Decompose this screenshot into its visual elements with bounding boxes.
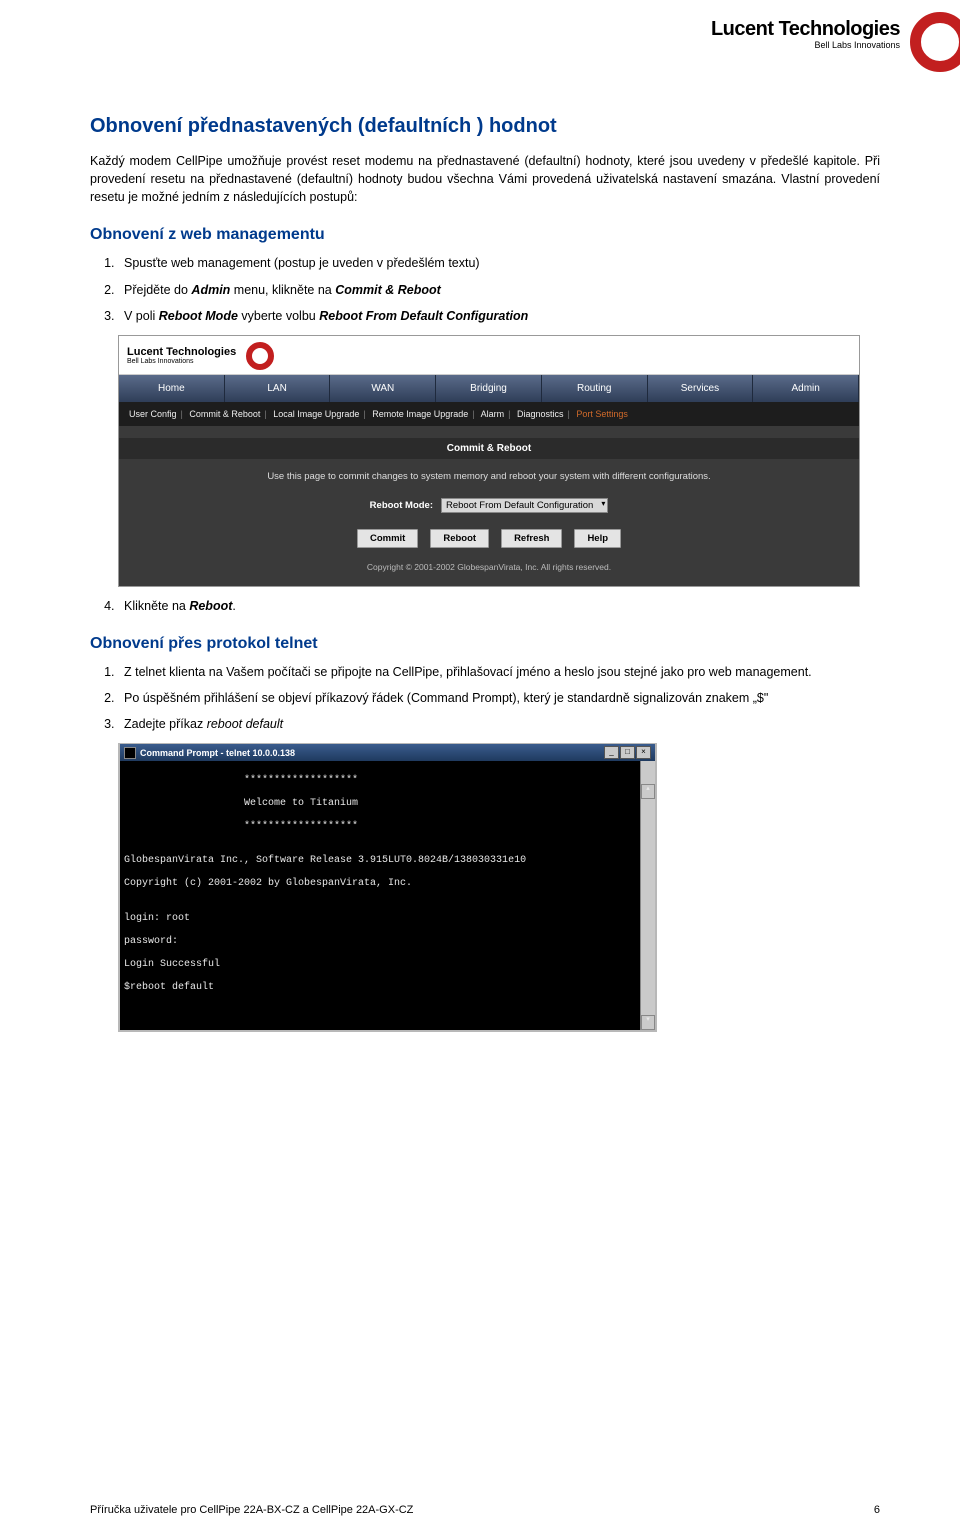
web-step-3: V poli Reboot Mode vyberte volbu Reboot … [118, 307, 880, 325]
brand-header: Lucent Technologies Bell Labs Innovation… [711, 18, 900, 50]
terminal-title-text: Command Prompt - telnet 10.0.0.138 [140, 748, 600, 758]
subtab-diagnostics[interactable]: Diagnostics [517, 409, 564, 419]
reboot-button[interactable]: Reboot [430, 529, 489, 548]
terminal-screenshot: Command Prompt - telnet 10.0.0.138 _ □ ×… [118, 743, 657, 1032]
close-icon[interactable]: × [636, 746, 651, 759]
scroll-up-icon[interactable]: ▴ [641, 784, 655, 799]
web-ui-subtabs: User Config| Commit & Reboot| Local Imag… [119, 402, 859, 426]
terminal-scrollbar[interactable]: ▴ ▾ [640, 761, 655, 1030]
brand-name: Lucent Technologies [711, 18, 900, 41]
heading-telnet: Obnovení přes protokol telnet [90, 635, 880, 653]
scroll-down-icon[interactable]: ▾ [641, 1015, 655, 1030]
page-heading-1: Obnovení přednastavených (defaultních ) … [90, 115, 880, 138]
brand-ring-icon [246, 342, 274, 370]
subtab-user-config[interactable]: User Config [129, 409, 177, 419]
reboot-mode-select[interactable]: Reboot From Default Configuration [441, 498, 608, 513]
brand-tagline: Bell Labs Innovations [711, 40, 900, 50]
telnet-step-1: Z telnet klienta na Vašem počítači se př… [118, 663, 880, 681]
web-step-2: Přejděte do Admin menu, klikněte na Comm… [118, 281, 880, 299]
tab-services[interactable]: Services [648, 375, 754, 402]
telnet-steps-list: Z telnet klienta na Vašem počítači se př… [90, 663, 880, 733]
panel-title: Commit & Reboot [119, 438, 859, 459]
refresh-button[interactable]: Refresh [501, 529, 562, 548]
panel-buttons: Commit Reboot Refresh Help [135, 529, 843, 548]
web-ui-main-tabs: Home LAN WAN Bridging Routing Services A… [119, 375, 859, 402]
maximize-icon[interactable]: □ [620, 746, 635, 759]
tab-routing[interactable]: Routing [542, 375, 648, 402]
page-number: 6 [874, 1504, 880, 1516]
subtab-port-settings[interactable]: Port Settings [576, 409, 628, 419]
terminal-body: ******************* Welcome to Titanium … [120, 761, 655, 1030]
subtab-remote-image[interactable]: Remote Image Upgrade [372, 409, 468, 419]
tab-lan[interactable]: LAN [225, 375, 331, 402]
intro-paragraph: Každý modem CellPipe umožňuje provést re… [90, 152, 880, 206]
web-ui-header: Lucent Technologies Bell Labs Innovation… [119, 336, 859, 375]
tab-home[interactable]: Home [119, 375, 225, 402]
subtab-local-image[interactable]: Local Image Upgrade [273, 409, 359, 419]
web-steps-list: Spusťte web management (postup je uveden… [90, 254, 880, 324]
terminal-icon [124, 747, 136, 759]
minimize-icon[interactable]: _ [604, 746, 619, 759]
footer-title: Příručka uživatele pro CellPipe 22A-BX-C… [90, 1504, 413, 1516]
panel-copyright: Copyright © 2001-2002 GlobespanVirata, I… [135, 562, 843, 572]
tab-bridging[interactable]: Bridging [436, 375, 542, 402]
web-ui-screenshot: Lucent Technologies Bell Labs Innovation… [118, 335, 860, 587]
web-step-1: Spusťte web management (postup je uveden… [118, 254, 880, 272]
tab-admin[interactable]: Admin [753, 375, 859, 402]
web-steps-list-cont: Klikněte na Reboot. [90, 597, 880, 615]
brand-ring-icon [910, 12, 960, 72]
commit-button[interactable]: Commit [357, 529, 418, 548]
subtab-alarm[interactable]: Alarm [481, 409, 505, 419]
subtab-commit-reboot[interactable]: Commit & Reboot [189, 409, 260, 419]
terminal-titlebar: Command Prompt - telnet 10.0.0.138 _ □ × [120, 744, 655, 761]
panel-description: Use this page to commit changes to syste… [135, 471, 843, 482]
reboot-mode-label: Reboot Mode: [370, 500, 433, 511]
web-ui-panel: Commit & Reboot Use this page to commit … [119, 426, 859, 586]
tab-wan[interactable]: WAN [330, 375, 436, 402]
telnet-step-2: Po úspěšném přihlášení se objeví příkazo… [118, 689, 880, 707]
page-footer: Příručka uživatele pro CellPipe 22A-BX-C… [90, 1504, 880, 1516]
telnet-step-3: Zadejte příkaz reboot default [118, 715, 880, 733]
help-button[interactable]: Help [574, 529, 621, 548]
web-step-4: Klikněte na Reboot. [118, 597, 880, 615]
heading-web-management: Obnovení z web managementu [90, 226, 880, 244]
